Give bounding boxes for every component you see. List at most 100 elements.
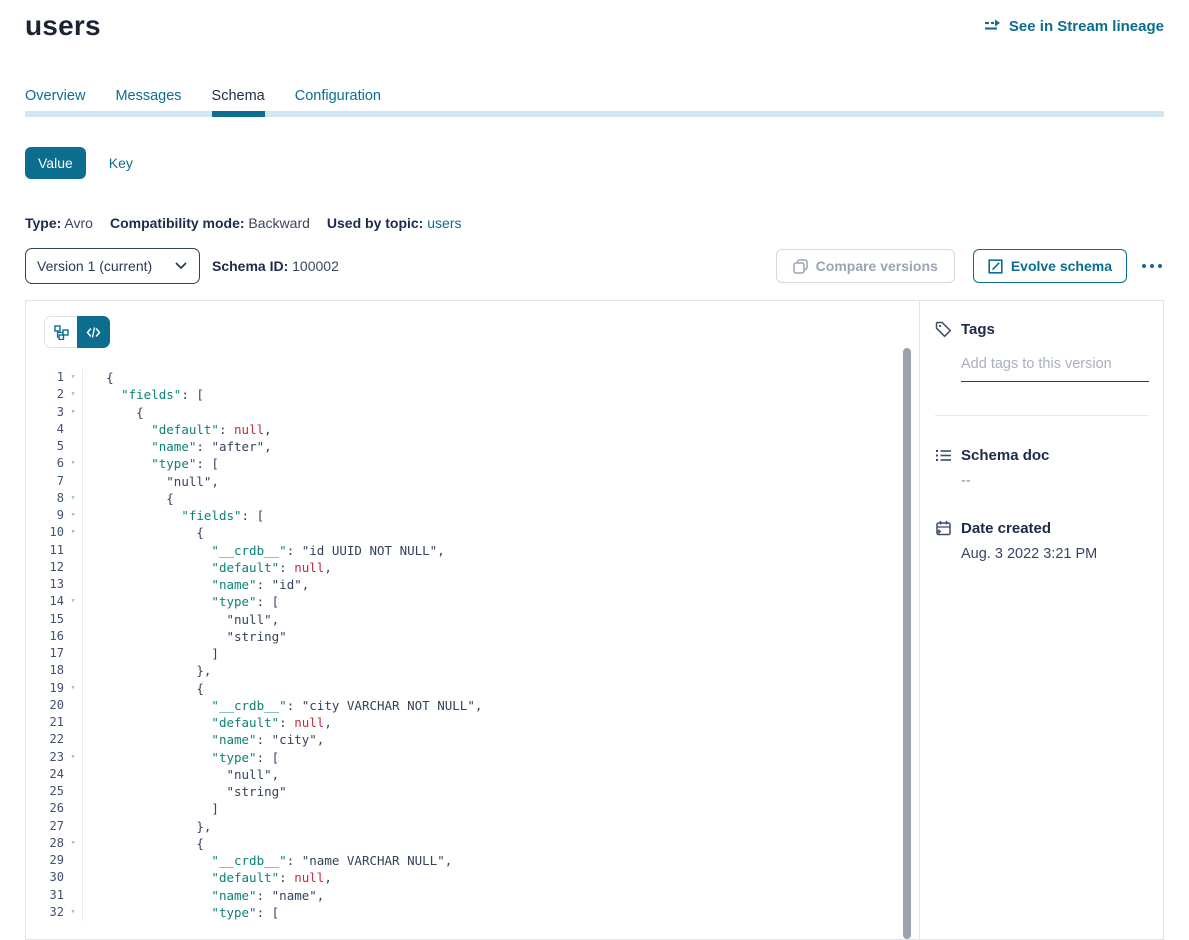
- code-text: "name": "name",: [82, 887, 919, 904]
- fold-toggle-icon[interactable]: ▾: [64, 749, 82, 766]
- date-created-header: Date created: [935, 520, 1149, 537]
- fold-toggle-icon[interactable]: ▾: [64, 904, 82, 921]
- schema-id: Schema ID: 100002: [212, 258, 339, 274]
- fold-toggle-icon[interactable]: ▾: [64, 593, 82, 610]
- fold-toggle-icon[interactable]: ▾: [64, 524, 82, 541]
- tab-schema[interactable]: Schema: [212, 88, 265, 117]
- more-options-button[interactable]: [1140, 258, 1164, 274]
- line-number: 28: [26, 835, 64, 852]
- evolve-schema-button[interactable]: Evolve schema: [973, 249, 1127, 283]
- code-text: "default": null,: [82, 421, 919, 438]
- line-number: 15: [26, 611, 64, 628]
- code-text: ]: [82, 800, 919, 817]
- code-text: "null",: [82, 473, 919, 490]
- ellipsis-dot: [1150, 264, 1154, 268]
- calendar-plus-icon: [935, 520, 952, 537]
- line-number: 4: [26, 421, 64, 438]
- line-number: 5: [26, 438, 64, 455]
- code-line: 20 "__crdb__": "city VARCHAR NOT NULL",: [26, 697, 919, 714]
- view-toggle: [44, 316, 110, 348]
- code-line: 24 "null",: [26, 766, 919, 783]
- code-text: "fields": [: [82, 507, 919, 524]
- fold-spacer: [64, 818, 82, 835]
- code-text: "name": "after",: [82, 438, 919, 455]
- fold-toggle-icon[interactable]: ▾: [64, 455, 82, 472]
- code-line: 31 "name": "name",: [26, 887, 919, 904]
- code-text: "__crdb__": "id UUID NOT NULL",: [82, 542, 919, 559]
- tab-messages[interactable]: Messages: [115, 88, 181, 117]
- fold-toggle-icon[interactable]: ▾: [64, 490, 82, 507]
- code-line: 19▾ {: [26, 680, 919, 697]
- line-number: 19: [26, 680, 64, 697]
- key-tab-link[interactable]: Key: [109, 155, 133, 171]
- code-view-button[interactable]: [77, 316, 110, 348]
- tag-icon: [935, 321, 952, 338]
- fold-spacer: [64, 783, 82, 800]
- meta-label: Used by topic:: [327, 215, 423, 231]
- fold-spacer: [64, 766, 82, 783]
- code-text: {: [82, 404, 919, 421]
- code-text: },: [82, 662, 919, 679]
- date-created-title: Date created: [961, 520, 1051, 537]
- code-text: "__crdb__": "name VARCHAR NULL",: [82, 852, 919, 869]
- list-icon: [935, 448, 952, 463]
- code-line: 26 ]: [26, 800, 919, 817]
- fold-toggle-icon[interactable]: ▾: [64, 680, 82, 697]
- tab-configuration[interactable]: Configuration: [295, 88, 381, 117]
- line-number: 12: [26, 559, 64, 576]
- fold-spacer: [64, 421, 82, 438]
- fold-spacer: [64, 611, 82, 628]
- fold-toggle-icon[interactable]: ▾: [64, 507, 82, 524]
- code-text: ]: [82, 645, 919, 662]
- code-text: "type": [: [82, 593, 919, 610]
- fold-spacer: [64, 731, 82, 748]
- add-tags-input[interactable]: [961, 356, 1149, 382]
- code-text: "string": [82, 628, 919, 645]
- fold-toggle-icon[interactable]: ▾: [64, 369, 82, 386]
- fold-spacer: [64, 697, 82, 714]
- schema-doc-header: Schema doc: [935, 447, 1149, 464]
- version-select-value: Version 1 (current): [37, 258, 152, 274]
- fold-spacer: [64, 576, 82, 593]
- code-text: "type": [: [82, 904, 919, 921]
- code-line: 2▾ "fields": [: [26, 386, 919, 403]
- code-lines[interactable]: 1▾ {2▾ "fields": [3▾ {4 "default": null,…: [26, 369, 919, 921]
- edit-icon: [988, 259, 1003, 274]
- line-number: 6: [26, 455, 64, 472]
- version-select[interactable]: Version 1 (current): [25, 248, 200, 284]
- line-number: 2: [26, 386, 64, 403]
- code-line: 9▾ "fields": [: [26, 507, 919, 524]
- value-tab-button[interactable]: Value: [25, 147, 86, 179]
- line-number: 13: [26, 576, 64, 593]
- line-number: 23: [26, 749, 64, 766]
- compare-versions-button[interactable]: Compare versions: [776, 249, 955, 283]
- tab-overview[interactable]: Overview: [25, 88, 85, 117]
- code-line: 25 "string": [26, 783, 919, 800]
- line-number: 27: [26, 818, 64, 835]
- code-text: "null",: [82, 611, 919, 628]
- schema-doc-section: Schema doc --: [935, 447, 1149, 489]
- code-text: {: [82, 835, 919, 852]
- schema-doc-value: --: [961, 473, 1149, 489]
- tree-view-button[interactable]: [44, 316, 77, 348]
- fold-toggle-icon[interactable]: ▾: [64, 386, 82, 403]
- schema-sidebar: Tags: [919, 301, 1163, 939]
- code-line: 32▾ "type": [: [26, 904, 919, 921]
- fold-spacer: [64, 869, 82, 886]
- code-text: {: [82, 524, 919, 541]
- code-text: "name": "city",: [82, 731, 919, 748]
- compare-versions-label: Compare versions: [816, 258, 938, 274]
- chevron-down-icon: [175, 262, 187, 270]
- meta-value[interactable]: users: [423, 215, 461, 231]
- page-title: users: [25, 10, 101, 42]
- vertical-scrollbar[interactable]: [903, 348, 911, 939]
- code-line: 11 "__crdb__": "id UUID NOT NULL",: [26, 542, 919, 559]
- fold-toggle-icon[interactable]: ▾: [64, 404, 82, 421]
- tags-section-header: Tags: [935, 321, 1149, 338]
- code-text: "default": null,: [82, 869, 919, 886]
- see-in-stream-lineage-link[interactable]: See in Stream lineage: [984, 18, 1164, 35]
- line-number: 24: [26, 766, 64, 783]
- fold-toggle-icon[interactable]: ▾: [64, 835, 82, 852]
- meta-value: Backward: [245, 215, 310, 231]
- meta-item: Type: Avro: [25, 215, 93, 231]
